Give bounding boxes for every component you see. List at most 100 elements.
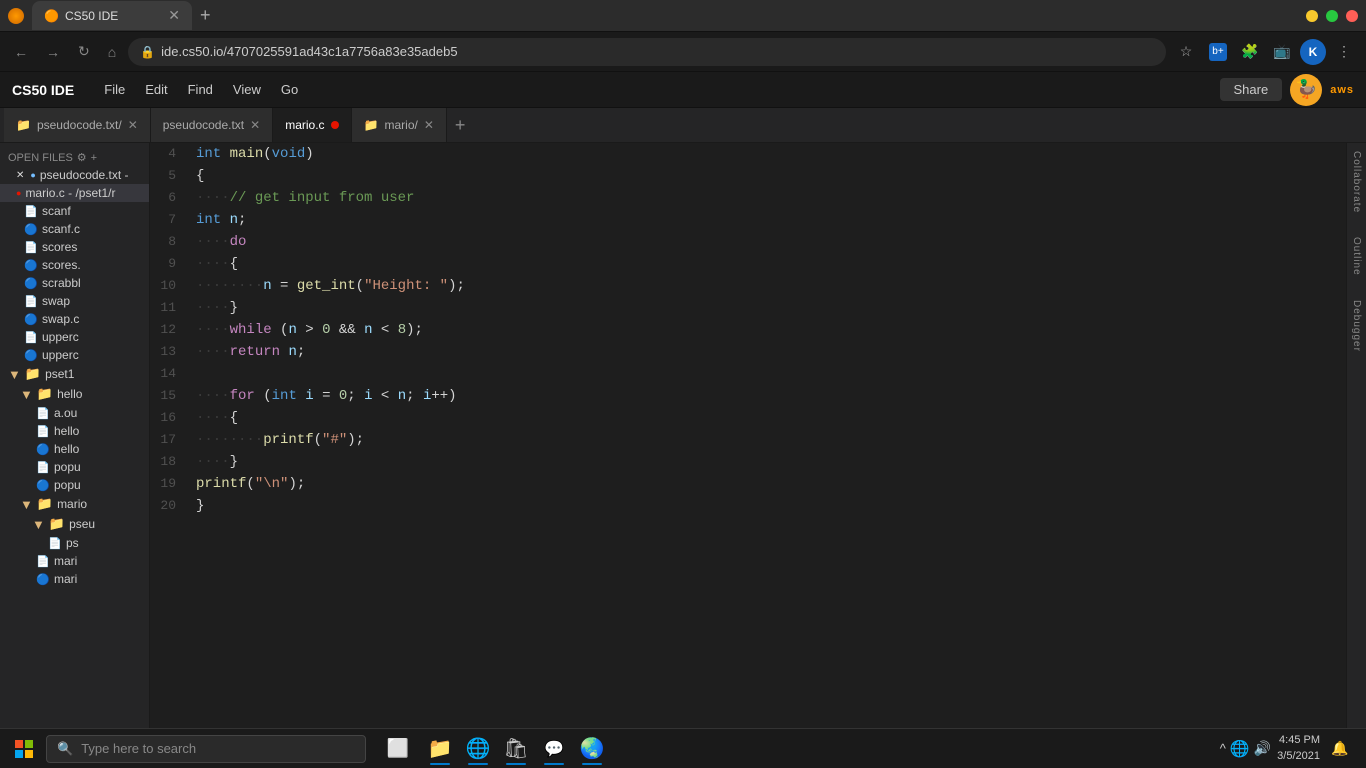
file-name: mari [54, 572, 77, 586]
sidebar-file-scanf[interactable]: 📄 scanf [0, 202, 149, 220]
sidebar-file-scrabbl[interactable]: 🔵 scrabbl [0, 274, 149, 292]
sidebar-file-scanf-c[interactable]: 🔵 scanf.c [0, 220, 149, 238]
menu-go[interactable]: Go [271, 78, 308, 101]
line-content [192, 363, 1346, 385]
sidebar-file-swap-c[interactable]: 🔵 swap.c [0, 310, 149, 328]
code-editor[interactable]: 4 int main(void) 5 { 6 ····// get input … [150, 143, 1346, 763]
extensions-icon[interactable]: 🧩 [1236, 38, 1264, 66]
sidebar-folder-pset1[interactable]: ▼ 📁 pset1 [0, 364, 149, 384]
taskbar-chrome[interactable]: 🌏 [574, 731, 610, 767]
line-content: ····{ [192, 407, 1346, 429]
tab-close-icon[interactable]: ✕ [250, 118, 260, 132]
open-files-label: OPEN FILES [8, 152, 73, 164]
add-icon[interactable]: + [91, 152, 97, 164]
tray-network-icon[interactable]: 🌐 [1230, 739, 1250, 759]
file-name: scores [42, 240, 77, 254]
sidebar-file-popu-c[interactable]: 🔵 popu [0, 476, 149, 494]
back-button[interactable]: ← [8, 40, 34, 64]
sidebar-file-pseudocode[interactable]: ✕ ● pseudocode.txt - [0, 166, 149, 184]
file-tab-pseudocode[interactable]: pseudocode.txt ✕ [151, 108, 273, 142]
menu-edit[interactable]: Edit [135, 78, 177, 101]
taskbar-file-explorer[interactable]: 📁 [422, 731, 458, 767]
share-button[interactable]: Share [1220, 78, 1283, 101]
browser-tab-close[interactable]: ✕ [168, 7, 180, 24]
outline-label[interactable]: Outline [1351, 237, 1362, 276]
folder-icon: 📁 [16, 118, 31, 132]
file-tab-mario-c[interactable]: mario.c [273, 108, 351, 142]
sidebar-folder-hello[interactable]: ▼ 📁 hello [0, 384, 149, 404]
sidebar-file-ps[interactable]: 📄 ps [0, 534, 149, 552]
notification-button[interactable]: 🔔 [1326, 735, 1354, 763]
profile-button[interactable]: K [1300, 39, 1326, 65]
code-line-8: 8 ····do [150, 231, 1346, 253]
sidebar-file-hello1[interactable]: 📄 hello [0, 422, 149, 440]
folder-name: mario [57, 497, 87, 511]
star-icon[interactable]: ☆ [1172, 38, 1200, 66]
right-panel: Collaborate Outline Debugger [1346, 143, 1366, 763]
line-number: 6 [150, 187, 192, 209]
settings-icon[interactable]: ⚙ [77, 151, 87, 164]
reload-button[interactable]: ↻ [72, 39, 96, 64]
menu-view[interactable]: View [223, 78, 271, 101]
taskbar-edge[interactable]: 🌐 [460, 731, 496, 767]
folder-name-icon: 📁 [37, 496, 53, 512]
file-tab-pseudocode-folder[interactable]: 📁 pseudocode.txt/ ✕ [4, 108, 151, 142]
sidebar-file-upperc2[interactable]: 🔵 upperc [0, 346, 149, 364]
code-line-12: 12 ····while (n > 0 && n < 8); [150, 319, 1346, 341]
file-name: swap.c [42, 312, 79, 326]
home-button[interactable]: ⌂ [102, 40, 122, 64]
sidebar-file-mario[interactable]: ● mario.c - /pset1/r [0, 184, 149, 202]
add-tab-button[interactable]: + [447, 115, 474, 136]
forward-button[interactable]: → [40, 40, 66, 64]
sidebar-folder-pseu[interactable]: ▼ 📁 pseu [0, 514, 149, 534]
line-number: 9 [150, 253, 192, 275]
browser-tab[interactable]: 🟠 CS50 IDE ✕ [32, 1, 192, 30]
sidebar-folder-mario[interactable]: ▼ 📁 mario [0, 494, 149, 514]
search-bar[interactable]: 🔍 Type here to search [46, 735, 366, 763]
task-view-button[interactable]: ⬜ [380, 731, 416, 767]
unsaved-dot [331, 121, 339, 129]
url-text: ide.cs50.io/4707025591ad43c1a7756a83e35a… [161, 44, 1154, 59]
new-tab-button[interactable]: + [192, 5, 219, 26]
sidebar-file-aou[interactable]: 📄 a.ou [0, 404, 149, 422]
sidebar-file-popu1[interactable]: 📄 popu [0, 458, 149, 476]
taskbar-store[interactable]: 🛍 [498, 731, 534, 767]
file-name: upperc [42, 330, 79, 344]
extension-icon[interactable]: b+ [1204, 38, 1232, 66]
file-indicator: ● [30, 170, 35, 180]
sidebar-file-hello-c[interactable]: 🔵 hello [0, 440, 149, 458]
folder-name-icon: 📁 [37, 386, 53, 402]
menu-file[interactable]: File [94, 78, 135, 101]
menu-find[interactable]: Find [178, 78, 223, 101]
sidebar-file-swap[interactable]: 📄 swap [0, 292, 149, 310]
sidebar-file-mari-c[interactable]: 🔵 mari [0, 570, 149, 588]
debugger-label[interactable]: Debugger [1351, 300, 1362, 352]
line-content: ····// get input from user [192, 187, 1346, 209]
cast-icon[interactable]: 📺 [1268, 38, 1296, 66]
open-files-section[interactable]: OPEN FILES ⚙ + [0, 147, 149, 166]
browser-tab-container: 🟠 CS50 IDE ✕ + [32, 1, 1298, 30]
close-icon[interactable]: ✕ [16, 170, 24, 181]
sidebar-file-scores[interactable]: 📄 scores [0, 238, 149, 256]
window-minimize[interactable] [1306, 10, 1318, 22]
tab-close-icon[interactable]: ✕ [128, 118, 138, 132]
window-maximize[interactable] [1326, 10, 1338, 22]
menu-icon[interactable]: ⋮ [1330, 38, 1358, 66]
file-tab-mario-folder[interactable]: 📁 mario/ ✕ [352, 108, 447, 142]
window-close[interactable] [1346, 10, 1358, 22]
start-button[interactable] [4, 729, 44, 768]
collaborate-label[interactable]: Collaborate [1351, 151, 1362, 213]
file-name: mario.c - /pset1/r [25, 186, 115, 200]
address-bar-input[interactable]: 🔒 ide.cs50.io/4707025591ad43c1a7756a83e3… [128, 38, 1166, 66]
folder-name: hello [57, 387, 82, 401]
tray-up-icon[interactable]: ^ [1220, 741, 1226, 756]
sidebar-file-upperc1[interactable]: 📄 upperc [0, 328, 149, 346]
file-icon: 🔵 [24, 222, 38, 236]
window-controls [1306, 10, 1358, 22]
sidebar-file-scores-c[interactable]: 🔵 scores. [0, 256, 149, 274]
taskbar-chat[interactable]: 💬 [536, 731, 572, 767]
tab-close-icon[interactable]: ✕ [424, 118, 434, 132]
sidebar-file-mari1[interactable]: 📄 mari [0, 552, 149, 570]
tray-volume-icon[interactable]: 🔊 [1254, 740, 1271, 757]
file-icon: 📄 [48, 536, 62, 550]
